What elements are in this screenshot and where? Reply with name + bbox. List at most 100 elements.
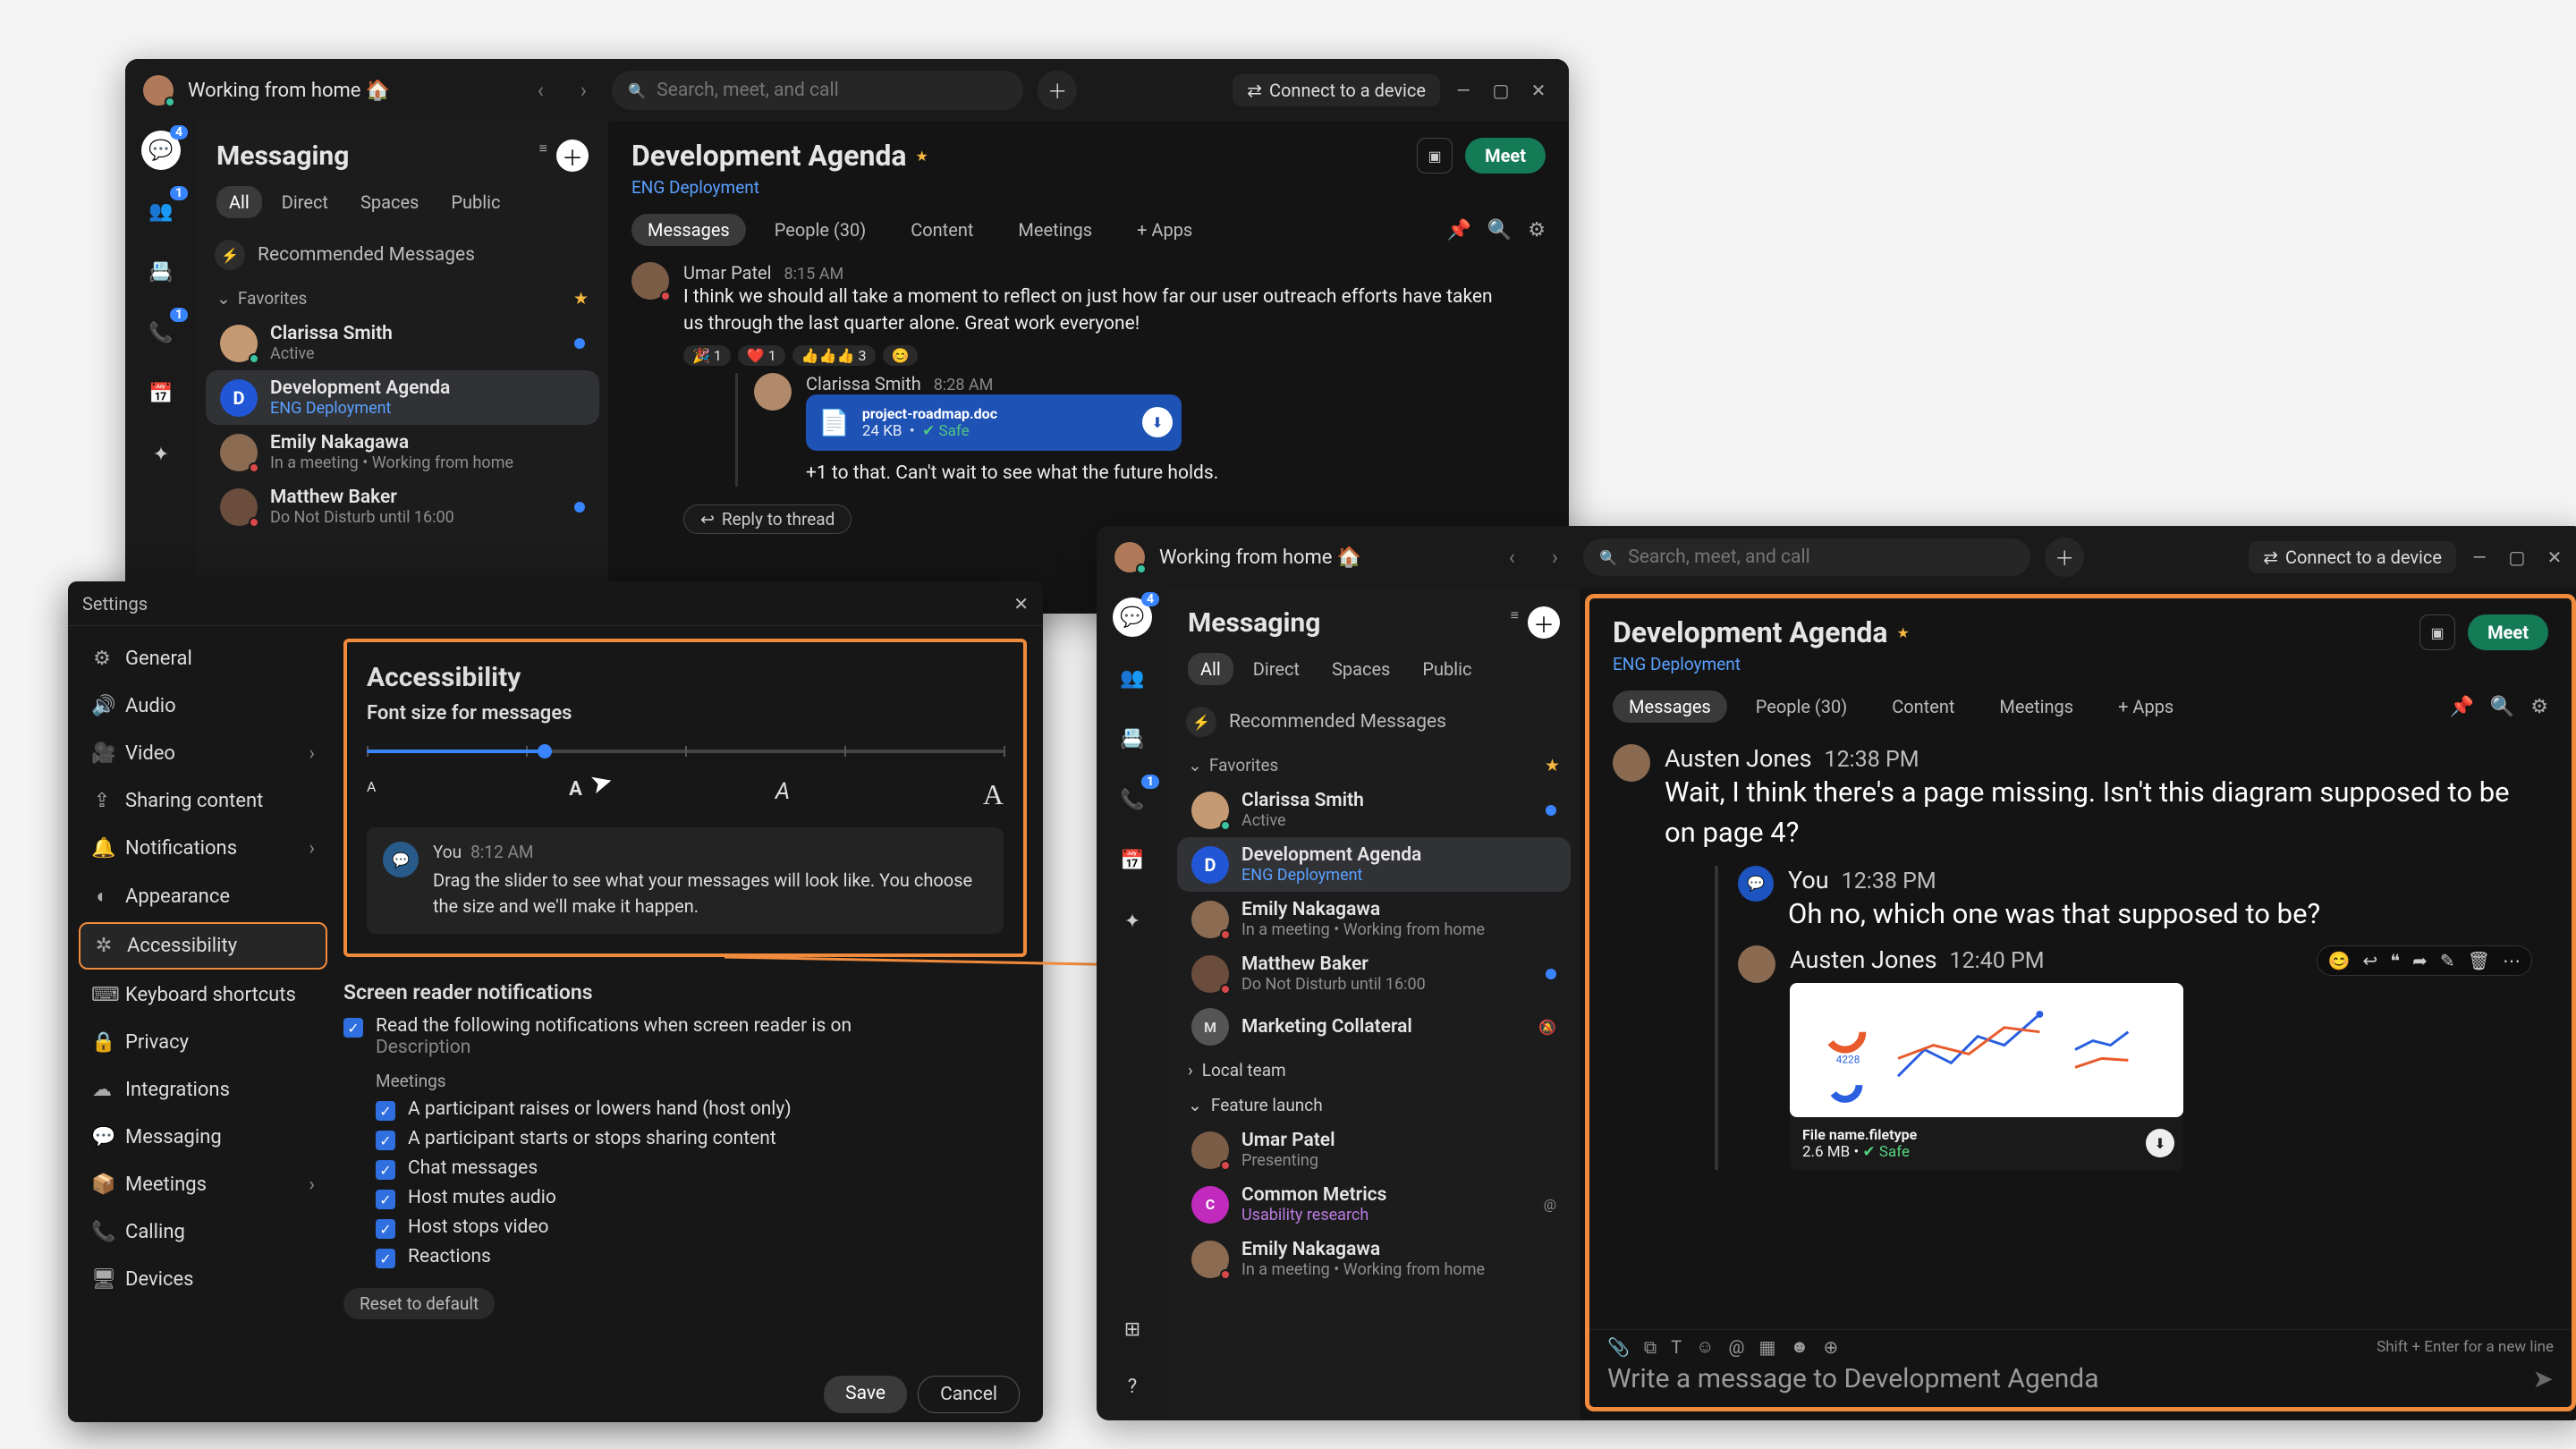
nav-back[interactable]: ‹ — [526, 76, 555, 105]
star-icon[interactable]: ★ — [1897, 624, 1910, 641]
favorites-header[interactable]: ⌄Favorites★ — [197, 281, 608, 316]
rail-calendar-icon[interactable]: 📅 — [1113, 841, 1152, 880]
pin-icon[interactable]: 📌 — [2449, 696, 2473, 718]
reactions[interactable]: 🎉 1 ❤️ 1 👍👍👍 3 😊 — [683, 345, 1546, 366]
meet-button[interactable]: Meet — [1465, 138, 1546, 174]
tab-content[interactable]: Content — [894, 214, 989, 246]
reset-button[interactable]: Reset to default — [343, 1288, 495, 1319]
tab-content[interactable]: Content — [1876, 691, 1970, 723]
chat-team-link[interactable]: ENG Deployment — [631, 177, 1546, 198]
search-chat-icon[interactable]: 🔍 — [2490, 696, 2514, 718]
plus-icon[interactable]: ⊕ — [1823, 1336, 1838, 1358]
tab-messages[interactable]: Messages — [631, 214, 746, 246]
react-icon[interactable]: 😊 — [2328, 950, 2351, 971]
pill-spaces[interactable]: Spaces — [1319, 653, 1402, 685]
edit-icon[interactable]: ✎ — [2440, 950, 2455, 971]
nav-integrations[interactable]: ☁Integrations — [79, 1068, 327, 1112]
screenshot-icon[interactable]: ⧉ — [1644, 1336, 1657, 1358]
convo-emily[interactable]: Emily NakagawaIn a meeting • Working fro… — [206, 425, 599, 479]
tab-people[interactable]: People (30) — [1740, 691, 1863, 723]
format-icon[interactable]: T — [1671, 1336, 1682, 1358]
cancel-button[interactable]: Cancel — [918, 1376, 1020, 1413]
tab-meetings[interactable]: Meetings — [1983, 691, 2089, 723]
minimize-button[interactable]: — — [2465, 543, 2494, 572]
status-pill[interactable]: Working from home 🏠 — [1159, 547, 1361, 569]
nav-back[interactable]: ‹ — [1497, 543, 1526, 572]
feature-launch-header[interactable]: ⌄Feature launch — [1168, 1088, 1580, 1123]
bitmoji-icon[interactable]: ☻ — [1790, 1335, 1809, 1358]
font-size-slider[interactable]: ➤ — [367, 737, 1004, 773]
tab-messages[interactable]: Messages — [1613, 691, 1727, 723]
nav-keyboard[interactable]: ⌨Keyboard shortcuts — [79, 973, 327, 1017]
nav-calling[interactable]: 📞Calling — [79, 1210, 327, 1254]
rail-messaging-icon[interactable]: 💬4 — [141, 131, 181, 170]
star-icon[interactable]: ★ — [916, 148, 928, 165]
pill-spaces[interactable]: Spaces — [348, 186, 431, 218]
rail-more-icon[interactable]: ✦ — [141, 435, 181, 474]
nav-forward[interactable]: › — [1540, 543, 1569, 572]
settings-icon[interactable]: ⚙ — [2530, 696, 2548, 718]
chat-team-link[interactable]: ENG Deployment — [1613, 654, 2548, 674]
panel-toggle-icon[interactable]: ▣ — [2419, 614, 2455, 650]
recommended-row[interactable]: ⚡ Recommended Messages — [197, 229, 608, 281]
tab-meetings[interactable]: Meetings — [1002, 214, 1108, 246]
nav-video[interactable]: 🎥Video› — [79, 732, 327, 775]
nav-sharing[interactable]: ⇪Sharing content — [79, 779, 327, 823]
nav-notifications[interactable]: 🔔Notifications› — [79, 826, 327, 870]
forward-icon[interactable]: ➦ — [2412, 950, 2428, 971]
favorites-header[interactable]: ⌄Favorites★ — [1168, 748, 1580, 783]
meet-button[interactable]: Meet — [2468, 614, 2548, 650]
maximize-button[interactable]: ▢ — [2503, 543, 2531, 572]
save-button[interactable]: Save — [824, 1376, 907, 1413]
connect-device-button[interactable]: ⇄Connect to a device — [1233, 74, 1440, 106]
send-icon[interactable]: ➤ — [2533, 1364, 2554, 1394]
pill-direct[interactable]: Direct — [1241, 653, 1312, 685]
nav-messaging[interactable]: 💬Messaging — [79, 1115, 327, 1159]
tab-apps[interactable]: + Apps — [2102, 691, 2190, 723]
search-input[interactable] — [1628, 547, 2014, 568]
download-icon[interactable]: ⬇ — [2146, 1129, 2174, 1157]
message-hover-toolbar[interactable]: 😊 ↩ ❝ ➦ ✎ 🗑 ⋯ — [2317, 945, 2532, 976]
checkbox-video[interactable]: ✓Host stops video — [376, 1216, 1027, 1239]
image-attachment[interactable]: 4228 — [1790, 983, 2183, 1117]
reply-icon[interactable]: ↩ — [2363, 950, 2378, 971]
nav-appearance[interactable]: ◐Appearance — [79, 874, 327, 919]
search-bar[interactable]: 🔍 — [612, 71, 1023, 110]
rail-teams-icon[interactable]: 👥 — [1113, 658, 1152, 698]
file-attachment[interactable]: 📄 project-roadmap.doc 24 KB • ✔ Safe ⬇ — [806, 394, 1182, 451]
filter-button[interactable]: ≡ — [1511, 606, 1519, 639]
new-action-button[interactable]: ＋ — [2045, 538, 2084, 577]
rail-contacts-icon[interactable]: 📇 — [1113, 719, 1152, 758]
more-icon[interactable]: ⋯ — [2503, 950, 2521, 971]
checkbox-mute[interactable]: ✓Host mutes audio — [376, 1187, 1027, 1209]
tab-apps[interactable]: + Apps — [1121, 214, 1208, 246]
tab-people[interactable]: People (30) — [758, 214, 882, 246]
gif-icon[interactable]: ▦ — [1759, 1336, 1776, 1358]
convo-clarissa[interactable]: Clarissa SmithActive — [1177, 783, 1571, 837]
download-icon[interactable]: ⬇ — [1142, 407, 1173, 437]
delete-icon[interactable]: 🗑 — [2468, 950, 2490, 971]
reply-thread-button[interactable]: ↩ Reply to thread — [683, 504, 852, 534]
close-icon[interactable]: ✕ — [1013, 593, 1029, 614]
rail-calendar-icon[interactable]: 📅 — [141, 374, 181, 413]
new-action-button[interactable]: ＋ — [1038, 71, 1077, 110]
rail-calls-icon[interactable]: 📞1 — [141, 313, 181, 352]
convo-common-metrics[interactable]: C Common MetricsUsability research @ — [1177, 1177, 1571, 1232]
nav-devices[interactable]: 🖥Devices — [79, 1258, 327, 1301]
attach-icon[interactable]: 📎 — [1607, 1336, 1630, 1358]
rail-apps-icon[interactable]: ⊞ — [1113, 1309, 1152, 1349]
rail-more-icon[interactable]: ✦ — [1113, 902, 1152, 941]
nav-accessibility[interactable]: ✲Accessibility — [79, 922, 327, 970]
nav-privacy[interactable]: 🔒Privacy — [79, 1021, 327, 1064]
rail-help-icon[interactable]: ? — [1113, 1367, 1152, 1406]
nav-meetings[interactable]: 📦Meetings› — [79, 1163, 327, 1207]
convo-dev-agenda[interactable]: D Development AgendaENG Deployment — [1177, 837, 1571, 892]
convo-dev-agenda[interactable]: D Development AgendaENG Deployment — [206, 370, 599, 425]
convo-matthew[interactable]: Matthew BakerDo Not Disturb until 16:00 — [206, 479, 599, 534]
pin-icon[interactable]: 📌 — [1446, 219, 1470, 242]
minimize-button[interactable]: — — [1449, 76, 1478, 105]
convo-emily[interactable]: Emily NakagawaIn a meeting • Working fro… — [1177, 892, 1571, 946]
checkbox-hand[interactable]: ✓A participant raises or lowers hand (ho… — [376, 1098, 1027, 1121]
recommended-row[interactable]: ⚡Recommended Messages — [1168, 696, 1580, 748]
filter-button[interactable]: ≡ — [539, 140, 547, 172]
